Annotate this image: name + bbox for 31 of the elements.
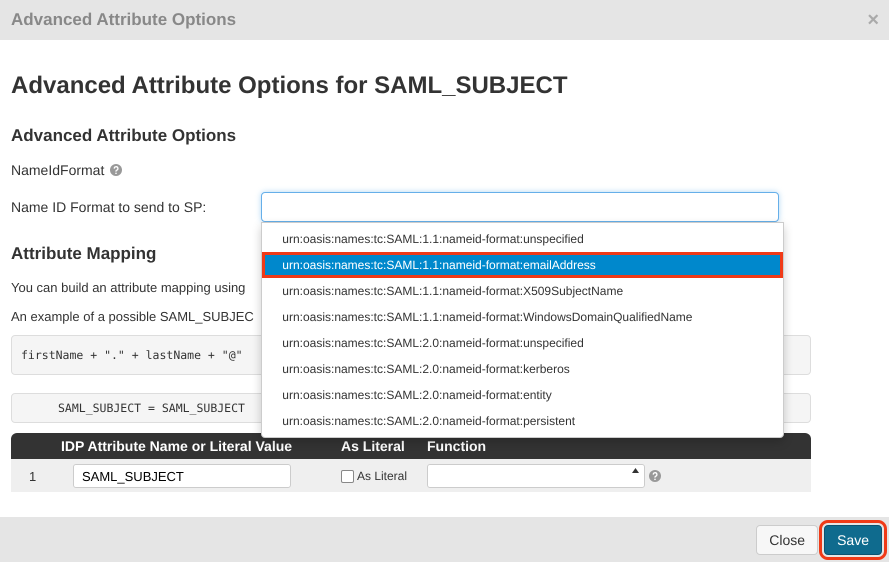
dropdown-option[interactable]: urn:oasis:names:tc:SAML:2.0:nameid-format:unspecified xyxy=(262,330,784,356)
dropdown-option[interactable]: urn:oasis:names:tc:SAML:2.0:nameid-format:entity xyxy=(262,382,784,408)
caret-icon xyxy=(632,468,639,473)
checkbox-label: As Literal xyxy=(357,469,408,483)
code-result: SAML_SUBJECT = SAML_SUBJECT xyxy=(58,400,245,417)
dialog-title: Advanced Attribute Options xyxy=(11,10,236,30)
help-icon[interactable] xyxy=(649,470,661,482)
attribute-name-field[interactable]: SAML_SUBJECT xyxy=(73,464,291,488)
column-header: IDP Attribute Name or Literal Value xyxy=(61,438,294,454)
section-heading: Advanced Attribute Options xyxy=(11,126,238,146)
close-button[interactable]: Close xyxy=(756,524,818,554)
dropdown-option[interactable]: urn:oasis:names:tc:SAML:1.1:nameid-format:unspecified xyxy=(262,226,784,252)
literal-checkbox[interactable] xyxy=(341,470,354,482)
page-heading: Advanced Attribute Options for SAML_SUBJECT xyxy=(11,72,568,100)
function-select[interactable] xyxy=(427,464,645,488)
field-label: NameIdFormat xyxy=(11,162,104,178)
name-id-format-field[interactable] xyxy=(261,192,780,222)
description-text: You can build an attribute mapping using xyxy=(11,279,246,297)
row-number: 1 xyxy=(28,468,38,484)
dropdown-option[interactable]: urn:oasis:names:tc:SAML:1.1:nameid-format:emailAddress xyxy=(262,252,784,278)
field-label: Name ID Format to send to SP: xyxy=(11,199,206,215)
column-header: As Literal xyxy=(341,438,406,454)
code-example: firstName + "." + lastName + "@" xyxy=(21,347,243,364)
help-icon[interactable] xyxy=(110,164,122,176)
dropdown-option[interactable]: urn:oasis:names:tc:SAML:2.0:nameid-format:persistent xyxy=(262,408,784,434)
dropdown-option[interactable]: urn:oasis:names:tc:SAML:1.1:nameid-format:WindowsDomainQualifiedName xyxy=(262,304,784,330)
description-text: An example of a possible SAML_SUBJEC xyxy=(11,308,254,326)
column-header: Function xyxy=(427,438,488,454)
dropdown-option[interactable]: urn:oasis:names:tc:SAML:2.0:nameid-format:kerberos xyxy=(262,356,784,382)
dropdown-option[interactable]: urn:oasis:names:tc:SAML:1.1:nameid-format:X509SubjectName xyxy=(262,278,784,304)
section-heading: Attribute Mapping xyxy=(11,244,158,264)
